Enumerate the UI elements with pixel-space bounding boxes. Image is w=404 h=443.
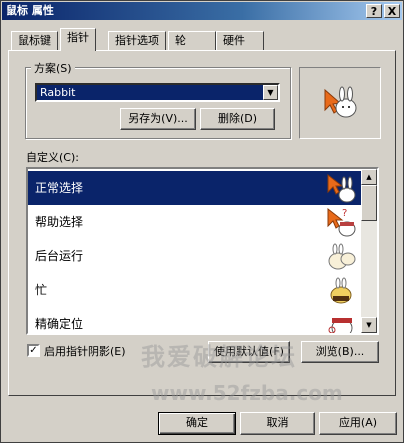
ok-button[interactable]: 确定 [158,412,236,435]
list-scrollbar[interactable]: ▲ ▼ [361,169,377,333]
scroll-down-icon[interactable]: ▼ [361,317,377,333]
cancel-button[interactable]: 取消 [240,412,315,435]
list-item-label: 后台运行 [35,249,84,263]
tab-hardware[interactable]: 硬件 [216,31,264,51]
working-rabbit-icon [328,243,356,270]
list-item[interactable]: 后台运行 [28,239,361,273]
browse-button[interactable]: 浏览(B)... [301,341,379,363]
cursor-preview [299,67,381,139]
arrow-rabbit-icon [324,86,357,118]
watermark-url: www.52fzba.com [151,381,343,405]
shadow-checkbox[interactable]: ✓ [27,344,40,357]
list-item-label: 精确定位 [35,317,84,331]
list-item[interactable]: 精确定位 [28,307,361,333]
close-button[interactable]: X [384,4,400,18]
list-item-label: 正常选择 [35,181,84,195]
window-title: 鼠标 属性 [6,4,54,17]
shadow-checkbox-label: 启用指针阴影(E) [44,345,126,358]
customize-label: 自定义(C): [26,151,79,164]
scroll-thumb[interactable] [361,185,377,221]
list-item[interactable]: 忙 [28,273,361,307]
tab-wheel[interactable]: 轮 [168,31,216,51]
scheme-selected-value: Rabbit [40,86,76,99]
busy-rabbit-icon [330,277,352,304]
save-as-button[interactable]: 另存为(V)... [120,108,196,130]
scroll-up-icon[interactable]: ▲ [361,169,377,185]
help-rabbit-icon: ? [327,207,356,237]
mouse-properties-dialog: 鼠标 属性 ? X 鼠标键 指针 指针选项 轮 硬件 方案(S) Rabbit … [0,0,404,443]
chevron-down-icon[interactable]: ▼ [263,85,278,100]
watermark-text: 我爱破解论坛 [141,343,297,371]
delete-button[interactable]: 删除(D) [200,108,275,130]
arrow-rabbit-icon [327,173,356,203]
tab-buttons[interactable]: 鼠标键 [11,31,58,51]
svg-text:?: ? [342,208,347,219]
title-bar: 鼠标 属性 [2,2,402,20]
cursor-list[interactable]: 正常选择 帮助选择 ? 后台运行 忙 精确定位 ▲ ▼ [26,167,379,335]
scheme-group-label: 方案(S) [31,60,75,76]
tab-pointer-options[interactable]: 指针选项 [108,31,166,51]
help-button[interactable]: ? [366,4,382,18]
apply-button[interactable]: 应用(A) [319,412,397,435]
list-item[interactable]: 正常选择 [28,171,361,205]
list-item-label: 忙 [35,283,48,297]
scheme-select[interactable]: Rabbit ▼ [35,83,280,102]
tab-pointers[interactable]: 指针 [60,28,96,51]
list-item-label: 帮助选择 [35,215,84,229]
precision-rabbit-icon [328,318,353,333]
list-item[interactable]: 帮助选择 ? [28,205,361,239]
